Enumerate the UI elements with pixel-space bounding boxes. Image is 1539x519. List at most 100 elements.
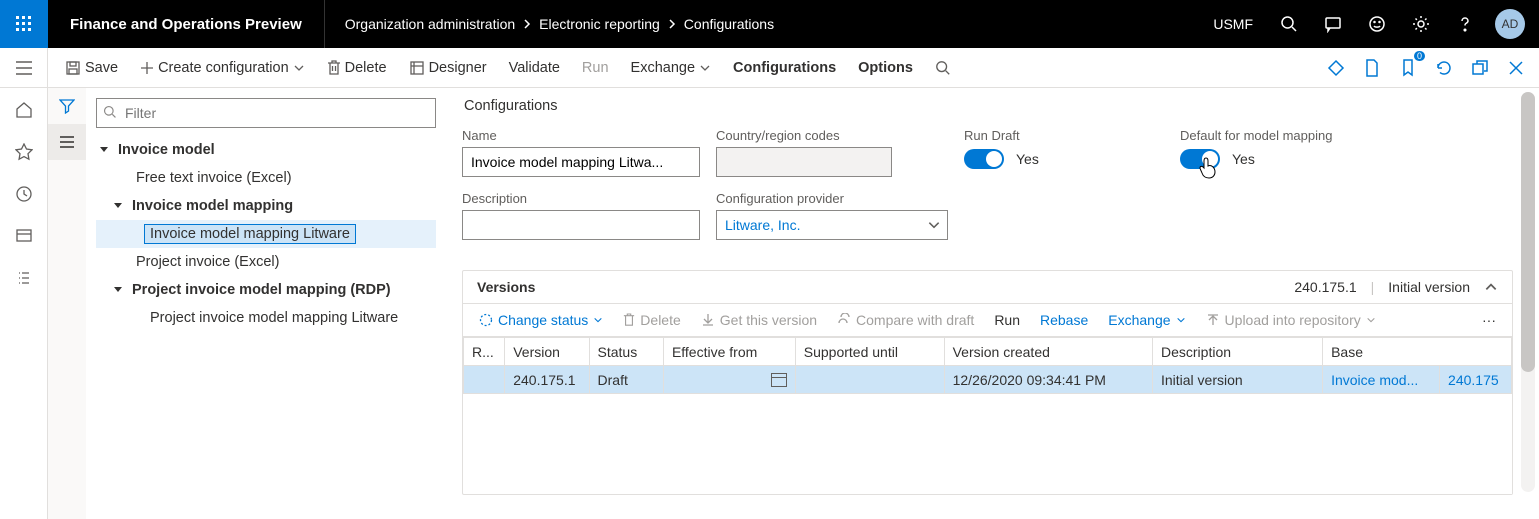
tree-root-label: Invoice model — [112, 140, 221, 160]
avatar[interactable]: AD — [1495, 9, 1525, 39]
tree-filter-input[interactable] — [96, 98, 436, 128]
create-config-button[interactable]: Create configuration — [129, 48, 316, 88]
chevron-down-icon — [1176, 315, 1186, 325]
compare-button: Compare with draft — [827, 308, 984, 332]
office-button[interactable] — [1357, 53, 1387, 83]
messages-button[interactable] — [1311, 0, 1355, 48]
col-supported[interactable]: Supported until — [795, 338, 944, 366]
find-button[interactable] — [924, 48, 962, 88]
options-label: Options — [858, 60, 913, 76]
smile-icon — [1368, 15, 1386, 33]
col-base[interactable]: Base — [1323, 338, 1512, 366]
cell-base-name[interactable]: Invoice mod... — [1323, 366, 1440, 394]
waffle-icon — [16, 16, 32, 32]
quickfilter-button[interactable] — [48, 88, 86, 124]
legal-entity[interactable]: USMF — [1199, 0, 1267, 48]
col-r[interactable]: R... — [464, 338, 505, 366]
run-label: Run — [582, 60, 609, 76]
trash-icon — [327, 60, 341, 76]
save-button[interactable]: Save — [54, 48, 129, 88]
more-button[interactable]: ··· — [1472, 308, 1506, 332]
configurations-button[interactable]: Configurations — [722, 48, 847, 88]
compare-icon — [837, 313, 851, 327]
search-button[interactable] — [1267, 0, 1311, 48]
options-button[interactable]: Options — [847, 48, 924, 88]
recent-button[interactable] — [12, 182, 36, 206]
col-desc[interactable]: Description — [1152, 338, 1322, 366]
refresh-button[interactable] — [1429, 53, 1459, 83]
tree-root[interactable]: Invoice model — [96, 136, 436, 164]
attachments-button[interactable] — [1321, 53, 1351, 83]
tree-n3-label: Project invoice (Excel) — [130, 252, 285, 272]
filter-rail — [48, 88, 86, 519]
tree-n2a-label: Invoice model mapping Litware — [144, 224, 356, 244]
breadcrumb-3[interactable]: Configurations — [684, 16, 774, 32]
save-icon — [65, 60, 81, 76]
table-row[interactable]: 240.175.1 Draft 12/26/2020 09:34:41 PM I… — [464, 366, 1512, 394]
rundraft-toggle[interactable] — [964, 149, 1004, 169]
header-right: USMF AD — [1199, 0, 1539, 48]
cell-desc: Initial version — [1152, 366, 1322, 394]
col-version[interactable]: Version — [505, 338, 589, 366]
versions-section: Versions 240.175.1 | Initial version Cha… — [462, 270, 1513, 495]
workspaces-button[interactable] — [12, 224, 36, 248]
pin-button[interactable]: 0 — [1393, 53, 1423, 83]
crc-field[interactable] — [716, 147, 892, 177]
tree-pane: Invoice model Free text invoice (Excel) … — [86, 88, 446, 519]
nav-expand-button[interactable] — [0, 48, 48, 87]
section-title: Configurations — [462, 98, 1513, 114]
cell-base-ver[interactable]: 240.175 — [1440, 366, 1512, 394]
modules-button[interactable] — [12, 266, 36, 290]
scrollbar-thumb[interactable] — [1521, 92, 1535, 372]
favorites-button[interactable] — [12, 140, 36, 164]
popout-button[interactable] — [1465, 53, 1495, 83]
workspace-icon — [15, 227, 33, 245]
trash-icon — [623, 313, 635, 327]
gear-icon — [1412, 15, 1430, 33]
breadcrumb-1[interactable]: Organization administration — [345, 16, 515, 32]
tree-n1[interactable]: Free text invoice (Excel) — [96, 164, 436, 192]
breadcrumb-2[interactable]: Electronic reporting — [539, 16, 660, 32]
validate-button[interactable]: Validate — [498, 48, 571, 88]
rundraft-label: Run Draft — [964, 128, 1164, 143]
search-icon — [103, 105, 117, 119]
designer-button[interactable]: Designer — [398, 48, 498, 88]
change-status-button[interactable]: Change status — [469, 308, 613, 332]
diamond-icon — [1327, 59, 1345, 77]
col-created[interactable]: Version created — [944, 338, 1152, 366]
delete-button[interactable]: Delete — [316, 48, 398, 88]
content-pane: Configurations Name Description Country/… — [446, 88, 1539, 519]
cell-effective[interactable] — [663, 366, 795, 394]
col-effective[interactable]: Effective from — [663, 338, 795, 366]
rebase-button[interactable]: Rebase — [1030, 308, 1098, 332]
tree-n4[interactable]: Project invoice model mapping (RDP) — [96, 276, 436, 304]
related-info-button[interactable] — [48, 124, 86, 160]
provider-select[interactable]: Litware, Inc. — [716, 210, 948, 240]
tree-n3[interactable]: Project invoice (Excel) — [96, 248, 436, 276]
scrollbar[interactable] — [1521, 92, 1535, 492]
tree-n2a[interactable]: Invoice model mapping Litware — [96, 220, 436, 248]
col-status[interactable]: Status — [589, 338, 663, 366]
chevron-up-icon[interactable] — [1484, 280, 1498, 294]
bookmark-icon — [1400, 59, 1416, 77]
left-nav-rail — [0, 88, 48, 519]
help-button[interactable] — [1443, 0, 1487, 48]
v-exchange-button[interactable]: Exchange — [1098, 308, 1195, 332]
badge-zero: 0 — [1414, 51, 1425, 61]
settings-button[interactable] — [1399, 0, 1443, 48]
cycle-icon — [479, 313, 493, 327]
close-button[interactable] — [1501, 53, 1531, 83]
question-icon — [1456, 15, 1474, 33]
create-label: Create configuration — [158, 60, 289, 76]
designer-label: Designer — [429, 60, 487, 76]
desc-label: Description — [462, 191, 700, 206]
tree-n2[interactable]: Invoice model mapping — [96, 192, 436, 220]
exchange-button[interactable]: Exchange — [620, 48, 723, 88]
app-launcher-button[interactable] — [0, 0, 48, 48]
v-run-button[interactable]: Run — [984, 308, 1030, 332]
desc-field[interactable] — [462, 210, 700, 240]
home-button[interactable] — [12, 98, 36, 122]
name-field[interactable] — [462, 147, 700, 177]
feedback-button[interactable] — [1355, 0, 1399, 48]
tree-n4a[interactable]: Project invoice model mapping Litware — [96, 304, 436, 332]
